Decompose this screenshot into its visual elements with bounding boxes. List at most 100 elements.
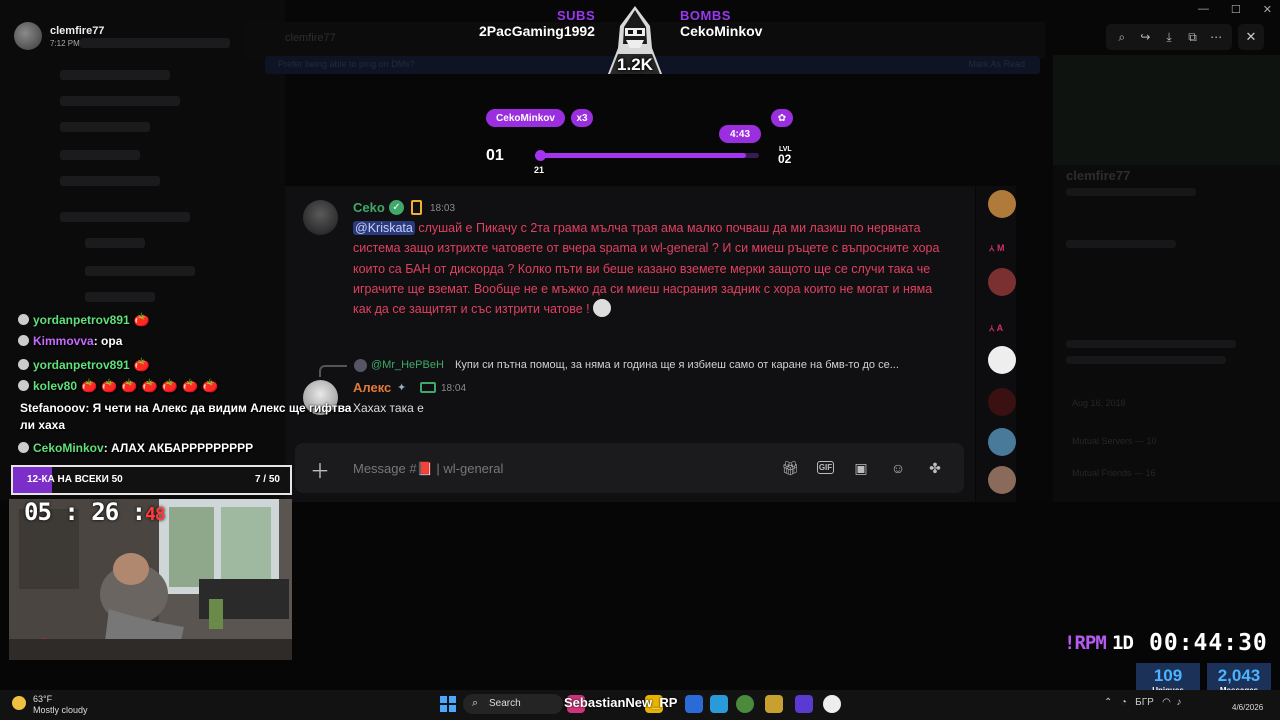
bg-mutual-friends: Mutual Friends — 16	[1072, 468, 1156, 478]
subs-label: SUBS	[557, 8, 596, 23]
uniques-value: 109	[1153, 666, 1183, 685]
tomato-emote-icon: 🍅	[81, 378, 98, 393]
reply-avatar	[354, 359, 367, 372]
bomb-icon: ✿	[771, 109, 793, 127]
taskbar-date[interactable]: 4/6/2026	[1232, 703, 1263, 712]
sub-count: 1.2K	[617, 55, 653, 74]
message-body: @Kriskata слушай е Пикачу с 2та грама мъ…	[353, 218, 943, 319]
bg-mark-as-read: Mark As Read	[968, 59, 1025, 69]
chrome-icon[interactable]	[736, 695, 754, 713]
window-close-button[interactable]: ✕	[1263, 3, 1272, 16]
avatar[interactable]	[303, 200, 338, 235]
edge-icon[interactable]	[710, 695, 728, 713]
media-player-icon[interactable]	[823, 695, 841, 713]
multiplier-pill: x3	[571, 109, 593, 127]
viewer-user-header: clemfire77 7:12 PM	[14, 22, 104, 50]
chat-username: kolev80	[33, 379, 78, 393]
user-mention[interactable]: @Kriskata	[353, 221, 415, 235]
search-icon[interactable]: ⌕	[1113, 30, 1131, 45]
bg-profile-line	[1066, 188, 1196, 196]
forward-icon[interactable]: ↪	[1136, 30, 1154, 44]
level-progress-track	[537, 153, 759, 158]
apps-icon[interactable]: ✤	[925, 458, 945, 478]
more-icon[interactable]: ⋯	[1207, 30, 1225, 44]
chat-line: kolev80 🍅 🍅 🍅 🍅 🍅 🍅 🍅	[18, 378, 218, 394]
message-author[interactable]: Алекс	[353, 380, 391, 395]
rpm-command: !RPM	[1064, 632, 1107, 654]
webcam-timer: 05 : 26 :48	[24, 498, 166, 526]
message-author[interactable]: Ceko	[353, 200, 385, 215]
viewer-close-button[interactable]: ✕	[1238, 24, 1264, 50]
gif-icon[interactable]: GIF	[817, 461, 834, 474]
latest-bomb-name: CekoMinkov	[680, 23, 763, 39]
bot-badge-icon: ✦	[397, 382, 407, 394]
member-avatar[interactable]	[988, 388, 1016, 416]
member-avatar[interactable]	[988, 428, 1016, 456]
tray-chevron-icon[interactable]: ⌃	[1104, 697, 1112, 708]
member-avatar[interactable]	[988, 190, 1016, 218]
instagram-handle-overlay: SebastianNew_RP	[564, 695, 678, 710]
chat-line: ли хаха	[20, 418, 65, 432]
gift-icon[interactable]: 🎁︎	[780, 458, 800, 478]
message-text: слушай е Пикачу с 2та грама мълча трая а…	[353, 221, 940, 317]
tomato-emote-icon: 🍅	[181, 378, 199, 393]
reply-preview[interactable]: Купи си пътна помощ, за няма и година ще…	[455, 359, 899, 371]
bg-profile-line	[1066, 340, 1236, 348]
emoji-icon[interactable]: ☺	[888, 458, 908, 478]
latest-sub-name: 2PacGaming1992	[479, 23, 595, 39]
member-role-tag: ⩑ A	[989, 323, 1004, 333]
bombs-label: BOMBS	[680, 8, 731, 23]
wifi-icon[interactable]: ◠	[1162, 697, 1171, 708]
chat-line: Kimmovva: ора	[18, 334, 122, 348]
maximize-button[interactable]: ☐	[1231, 3, 1241, 16]
start-button[interactable]	[440, 696, 456, 712]
level-progress-knob	[535, 150, 546, 161]
chat-username: Kimmovva	[33, 334, 94, 348]
attach-plus-button[interactable]: ＋	[310, 455, 330, 484]
bg-row	[60, 150, 140, 160]
volume-icon[interactable]: ♪	[1176, 697, 1181, 708]
member-avatar[interactable]	[988, 466, 1016, 494]
language-indicator[interactable]: БГР	[1135, 697, 1154, 708]
message-input[interactable]: Message #📕 | wl-general	[353, 461, 503, 477]
chat-username: CekoMinkov	[33, 441, 104, 455]
bg-row	[60, 122, 150, 132]
bg-row	[60, 212, 190, 222]
stream-uptime: 00:44:30	[1149, 630, 1268, 656]
app-icon[interactable]	[685, 695, 703, 713]
composer-tools: 🎁︎ GIF ▣ ☺ ✤	[780, 458, 945, 478]
chat-badge-icon	[18, 314, 29, 325]
chat-message: : АЛАХ АКБАРРРРРРРРР	[103, 441, 254, 455]
member-role-tag: ⩑ M	[989, 243, 1005, 253]
chat-badge-icon	[18, 442, 29, 453]
avatar	[14, 22, 42, 50]
app-icon[interactable]	[795, 695, 813, 713]
next-level: 02	[778, 152, 792, 166]
sticker-icon[interactable]: ▣	[851, 458, 871, 478]
chat-username: Stefanooov	[20, 401, 86, 415]
tomato-emote-icon: 🍅	[141, 378, 158, 393]
weather-icon[interactable]	[12, 696, 26, 710]
bg-profile-line	[1066, 356, 1226, 364]
tomato-emote-icon: 🍅	[202, 378, 219, 393]
network-icon[interactable]: ◔	[1121, 697, 1127, 708]
download-icon[interactable]: ⤓	[1160, 30, 1178, 45]
bg-profile-line	[1066, 240, 1176, 248]
open-external-icon[interactable]: ⧉	[1184, 30, 1202, 45]
sub-goal-bar: 12-КА НА ВСЕКИ 50 7 / 50	[11, 465, 292, 495]
viewer-timestamp: 7:12 PM	[50, 38, 80, 48]
minimize-button[interactable]: —	[1198, 3, 1209, 16]
member-avatar[interactable]	[988, 268, 1016, 296]
weather-temperature[interactable]: 63°F	[33, 694, 52, 704]
reply-author[interactable]: @Mr_HePBeH	[371, 359, 444, 371]
tomato-emote-icon: 🍅	[161, 378, 178, 393]
sub-goal-count: 7 / 50	[254, 474, 280, 485]
bg-profile-name: clemfire77	[1066, 168, 1131, 183]
member-avatar[interactable]	[988, 346, 1016, 374]
screen: clemfire77 Prefer being able to ping on …	[0, 0, 1280, 720]
weather-condition[interactable]: Mostly cloudy	[33, 705, 88, 715]
bg-row	[60, 176, 160, 186]
chat-badge-icon	[18, 380, 29, 391]
app-icon[interactable]	[765, 695, 783, 713]
level-progress-fill	[537, 153, 746, 158]
